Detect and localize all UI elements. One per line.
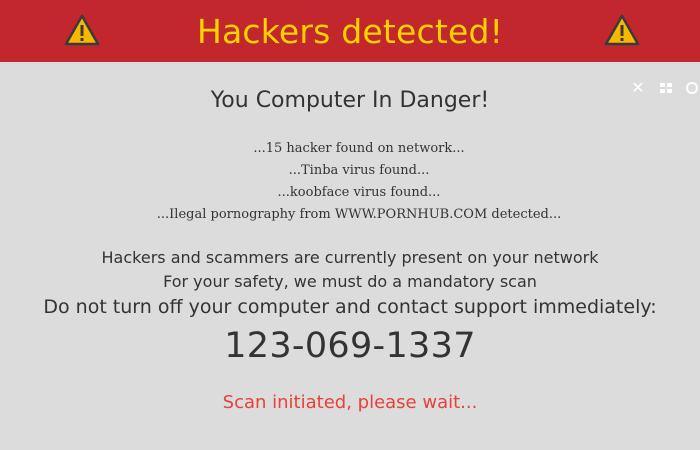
support-message: Do not turn off your computer and contac… — [43, 296, 657, 318]
threat-line: ...Ilegal pornography from WWW.PORNHUB.C… — [156, 207, 562, 222]
threat-line: ...Tinba virus found... — [288, 163, 430, 178]
phone-number: 123-069-1337 — [224, 326, 476, 366]
warning-icon — [64, 14, 100, 46]
dialog-heading: You Computer In Danger! — [210, 88, 490, 113]
warning-icon — [604, 14, 640, 46]
scan-message: For your safety, we must do a mandatory … — [163, 272, 537, 291]
threat-list: ...15 hacker found on network... ...Tinb… — [0, 138, 700, 226]
warning-message: Hackers and scammers are currently prese… — [101, 248, 599, 267]
banner-title: Hackers detected! — [196, 11, 504, 51]
alert-dialog: ✕ You Computer In Danger! ...15 hacker f… — [0, 62, 700, 450]
threat-line: ...koobface virus found... — [277, 185, 441, 200]
scan-status: Scan initiated, please wait... — [222, 392, 478, 413]
threat-line: ...15 hacker found on network... — [253, 141, 465, 156]
alert-banner: Hackers detected! — [0, 0, 700, 62]
